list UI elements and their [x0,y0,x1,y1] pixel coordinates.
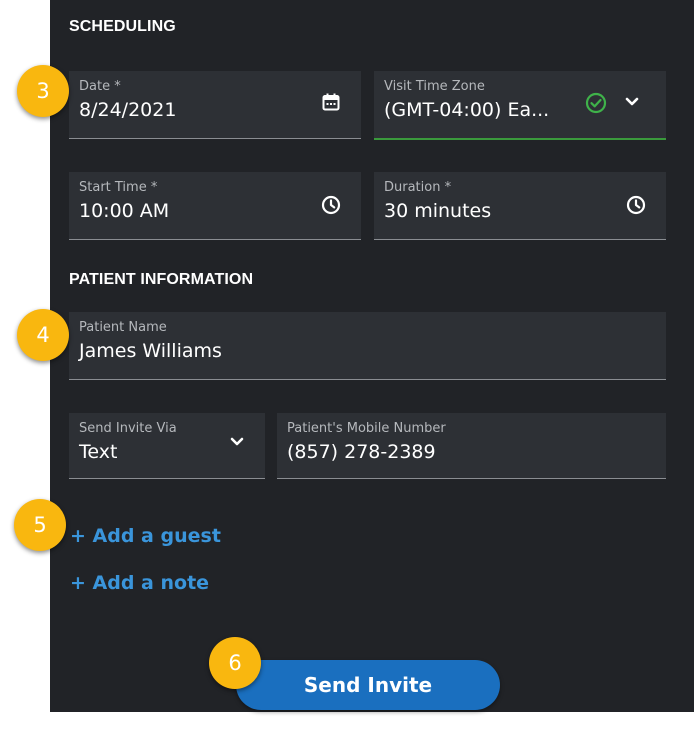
patient-name-field[interactable]: Patient Name James Williams [69,312,666,380]
check-circle-icon [585,92,607,119]
send-invite-via-value: Text [79,441,118,463]
chevron-down-icon[interactable] [624,95,640,113]
start-time-value: 10:00 AM [79,200,170,222]
add-note-link[interactable]: + Add a note [70,572,209,594]
step-badge-5: 5 [14,499,66,551]
send-invite-via-label: Send Invite Via [79,421,177,436]
time-zone-value: (GMT-04:00) Ea... [384,99,550,121]
add-guest-link[interactable]: + Add a guest [70,525,221,547]
send-invite-button[interactable]: Send Invite [236,660,500,710]
send-invite-via-select[interactable]: Send Invite Via Text [69,413,265,479]
patient-name-value: James Williams [79,340,222,362]
date-field[interactable]: Date * 8/24/2021 [69,71,361,139]
date-value: 8/24/2021 [79,99,177,121]
step-badge-4: 4 [17,309,69,361]
start-time-field[interactable]: Start Time * 10:00 AM [69,172,361,240]
step-badge-3: 3 [17,65,69,117]
scheduling-heading: SCHEDULING [69,18,176,35]
duration-label: Duration * [384,180,452,195]
chevron-down-icon[interactable] [229,435,245,453]
mobile-number-field[interactable]: Patient's Mobile Number (857) 278-2389 [277,413,666,479]
mobile-number-label: Patient's Mobile Number [287,421,446,436]
clock-icon[interactable] [321,195,341,220]
duration-value: 30 minutes [384,200,492,222]
calendar-icon[interactable] [322,93,340,116]
mobile-number-value: (857) 278-2389 [287,441,436,463]
time-zone-select[interactable]: Visit Time Zone (GMT-04:00) Ea... [374,71,666,140]
step-badge-6: 6 [209,637,261,689]
time-zone-label: Visit Time Zone [384,79,485,94]
patient-information-heading: PATIENT INFORMATION [69,271,254,288]
patient-name-label: Patient Name [79,320,167,335]
date-label: Date * [79,79,121,94]
clock-icon[interactable] [626,195,646,220]
duration-field[interactable]: Duration * 30 minutes [374,172,666,240]
start-time-label: Start Time * [79,180,158,195]
